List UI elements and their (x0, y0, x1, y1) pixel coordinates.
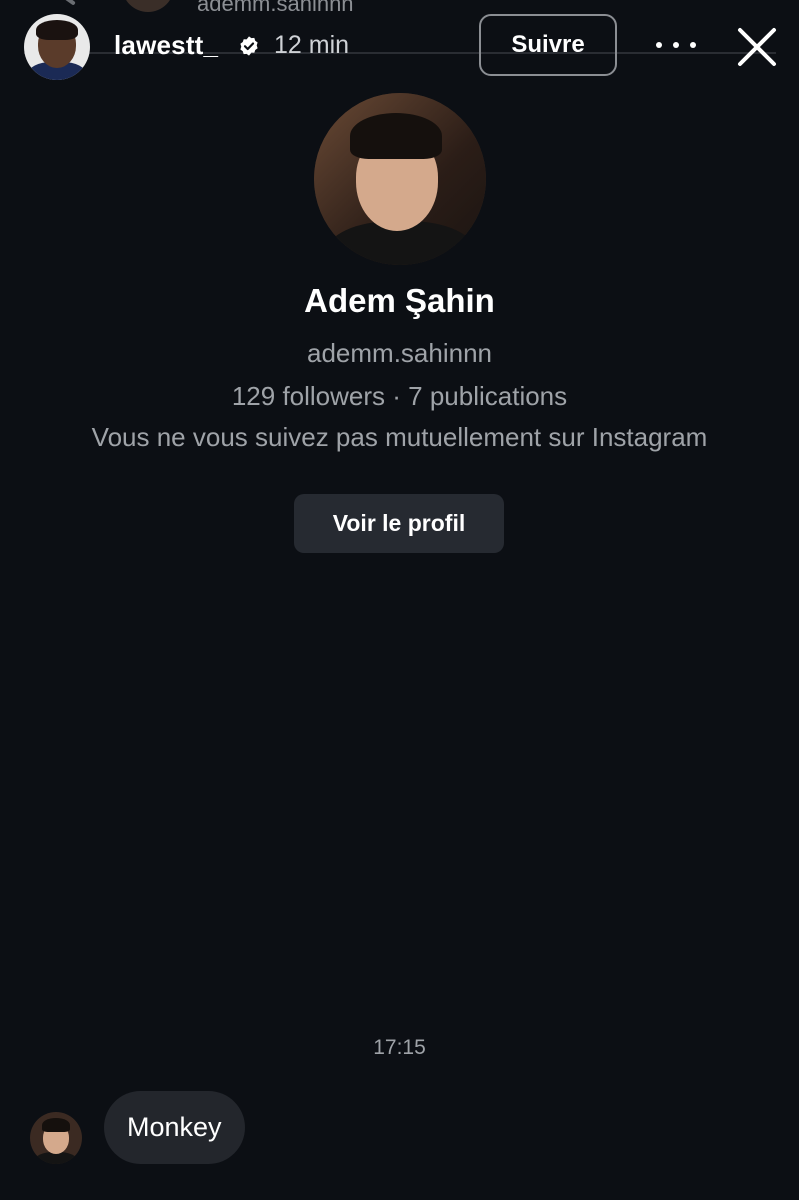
profile-handle: ademm.sahinnn (307, 338, 492, 368)
view-profile-button[interactable]: Voir le profil (294, 494, 504, 553)
message-bubble[interactable]: Monkey (104, 1091, 245, 1164)
more-horizontal-icon[interactable] (656, 34, 696, 56)
cropped-username: ademm.sahinnn (197, 0, 354, 14)
close-icon[interactable] (734, 24, 780, 70)
message-timestamp: 17:15 (373, 1036, 426, 1059)
dm-story-view: ademm.sahinnn lawestt_ 12 min Suivre Ade… (0, 0, 799, 1200)
follow-button[interactable]: Suivre (479, 14, 617, 76)
back-arrow-fragment (62, 0, 76, 6)
profile-name: Adem Şahin (304, 282, 495, 319)
message-text: Monkey (127, 1112, 222, 1142)
profile-avatar[interactable] (314, 93, 486, 265)
profile-stats: 129 followers · 7 publications (231, 381, 568, 411)
previous-item-strip: ademm.sahinnn (0, 0, 799, 14)
cropped-avatar (122, 0, 174, 12)
poster-username[interactable]: lawestt_ (114, 30, 218, 61)
mutual-follow-note: Vous ne vous suivez pas mutuellement sur… (91, 422, 708, 452)
post-time: 12 min (274, 31, 350, 59)
verified-badge-icon (240, 36, 258, 56)
poster-avatar[interactable] (24, 14, 90, 80)
sender-avatar[interactable] (30, 1112, 82, 1164)
story-header: lawestt_ 12 min Suivre (0, 14, 799, 80)
